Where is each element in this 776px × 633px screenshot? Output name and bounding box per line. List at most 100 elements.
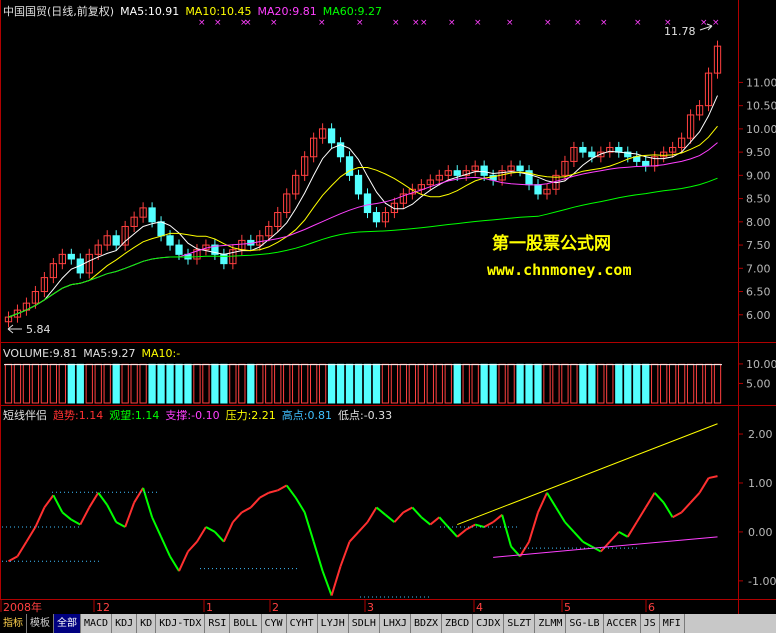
volume-bar	[103, 363, 111, 404]
trend-segment	[16, 541, 28, 557]
volume-bar	[247, 363, 255, 404]
signal-marker: ×	[544, 18, 552, 28]
trend-segment	[546, 492, 557, 508]
signal-marker: ×	[506, 18, 514, 28]
low-label: 5.84	[26, 323, 51, 336]
high-label: 11.78	[664, 25, 696, 38]
tab--[interactable]: 模板	[27, 614, 54, 633]
indicator-tick-label: 1.00	[748, 477, 773, 490]
volume-bar	[31, 363, 40, 404]
volume-bar	[480, 363, 488, 404]
volume-bar	[292, 363, 300, 404]
ma-line-ma10	[8, 125, 718, 318]
tab-rsi[interactable]: RSI	[205, 614, 231, 633]
price-tick-label: 8.00	[746, 216, 771, 229]
tab-js[interactable]: JS	[641, 614, 660, 633]
tab-accer[interactable]: ACCER	[604, 614, 641, 633]
tab-cjdx[interactable]: CJDX	[473, 614, 505, 633]
volume-bar	[211, 363, 219, 404]
trend-segment	[222, 521, 234, 543]
volume-bar	[327, 363, 336, 404]
time-tick-label: 6	[648, 601, 655, 614]
trend-segment	[250, 496, 261, 509]
tab-cyht[interactable]: CYHT	[287, 614, 318, 633]
volume-bar	[229, 363, 237, 404]
volume-bar	[686, 363, 695, 404]
volume-bar	[525, 363, 533, 404]
trend-segment	[375, 506, 387, 516]
volume-bar	[309, 363, 318, 404]
price-tick-label: 10.00	[746, 123, 776, 136]
price-tick-label: 8.50	[746, 193, 771, 206]
candle-body	[642, 160, 650, 167]
volume-bar	[399, 363, 408, 404]
candle-body	[354, 174, 363, 195]
time-tick-label: 4	[476, 601, 483, 614]
price-tick-label: 11.00	[746, 76, 776, 89]
signal-marker: ×	[318, 18, 326, 28]
volume-bar	[597, 363, 605, 404]
volume-header-item: VOLUME:9.81	[3, 347, 77, 360]
volume-bar	[265, 363, 273, 404]
trend-segment	[124, 502, 136, 528]
trend-segment	[447, 526, 458, 538]
tab-sg-lb[interactable]: SG-LB	[566, 614, 604, 633]
tab-zbcd[interactable]: ZBCD	[442, 614, 474, 633]
volume-bar	[633, 363, 641, 404]
volume-header-item: MA5:9.27	[83, 347, 135, 360]
signal-marker: ×	[392, 18, 400, 28]
tab-sdlh[interactable]: SDLH	[349, 614, 380, 633]
signal-marker: ×	[214, 18, 222, 28]
tab-lyjh[interactable]: LYJH	[318, 614, 349, 633]
tab-kd[interactable]: KD	[137, 614, 157, 633]
signal-marker: ×	[712, 18, 720, 28]
volume-bar	[283, 363, 291, 404]
tab-macd[interactable]: MACD	[81, 614, 113, 633]
candle-body	[363, 193, 372, 214]
tab-bdzx[interactable]: BDZX	[411, 614, 443, 633]
trend-segment	[268, 489, 279, 494]
volume-bars	[4, 363, 722, 404]
volume-bar	[336, 363, 345, 404]
tab--[interactable]: 全部	[54, 614, 81, 633]
volume-bar	[615, 363, 623, 404]
indicator-header-item: 趋势:1.14	[53, 409, 103, 422]
tab-kdj[interactable]: KDJ	[112, 614, 138, 633]
tab-boll[interactable]: BOLL	[230, 614, 262, 633]
trend-segment	[70, 518, 81, 526]
indicator-tick-label: -1.00	[748, 575, 776, 588]
volume-bar	[345, 363, 354, 404]
tab-lhxj[interactable]: LHXJ	[380, 614, 411, 633]
volume-bar	[390, 363, 399, 404]
trend-segment	[501, 514, 513, 547]
price-header: 中国国贸(日线,前复权) MA5:10.91 MA10:10.45 MA20:9.81…	[3, 4, 382, 18]
price-candles	[4, 40, 722, 328]
tab-cyw[interactable]: CYW	[262, 614, 287, 633]
time-tick-label: 2	[272, 601, 279, 614]
volume-bar	[704, 363, 713, 404]
tab--[interactable]: 指标	[0, 614, 27, 633]
candle-body	[372, 212, 381, 223]
price-header-item: 中国国贸(日线,前复权)	[3, 4, 114, 18]
resistance-line	[457, 423, 718, 526]
tab-kdj-tdx[interactable]: KDJ-TDX	[156, 614, 206, 633]
price-yaxis: 6.00 6.50 7.00 7.50 8.00 8.50 9.00 9.50 10.00 10.…	[738, 76, 776, 322]
price-markers: × × ×× × × × × × × × × × × × × × × × ×	[198, 18, 720, 28]
tab-zlmm[interactable]: ZLMM	[535, 614, 567, 633]
signal-marker: ×	[574, 18, 582, 28]
tab-slzt[interactable]: SLZT	[504, 614, 536, 633]
volume-tick-label: 5.00	[746, 377, 771, 390]
trend-segment	[79, 506, 91, 526]
volume-bar	[148, 363, 156, 404]
trend-segment	[339, 541, 351, 567]
tab-mfi[interactable]: MFI	[660, 614, 685, 633]
volume-bar	[668, 363, 677, 404]
trend-segment	[61, 511, 72, 521]
trend-segment	[330, 565, 342, 596]
price-tick-label: 6.50	[746, 286, 771, 299]
trend-segment	[25, 526, 37, 543]
volume-bar	[588, 363, 596, 404]
stock-chart[interactable]: 中国国贸(日线,前复权) MA5:10.91 MA10:10.45 MA20:9.81…	[0, 0, 776, 614]
trend-segment	[653, 492, 665, 504]
trend-segment	[151, 516, 162, 538]
